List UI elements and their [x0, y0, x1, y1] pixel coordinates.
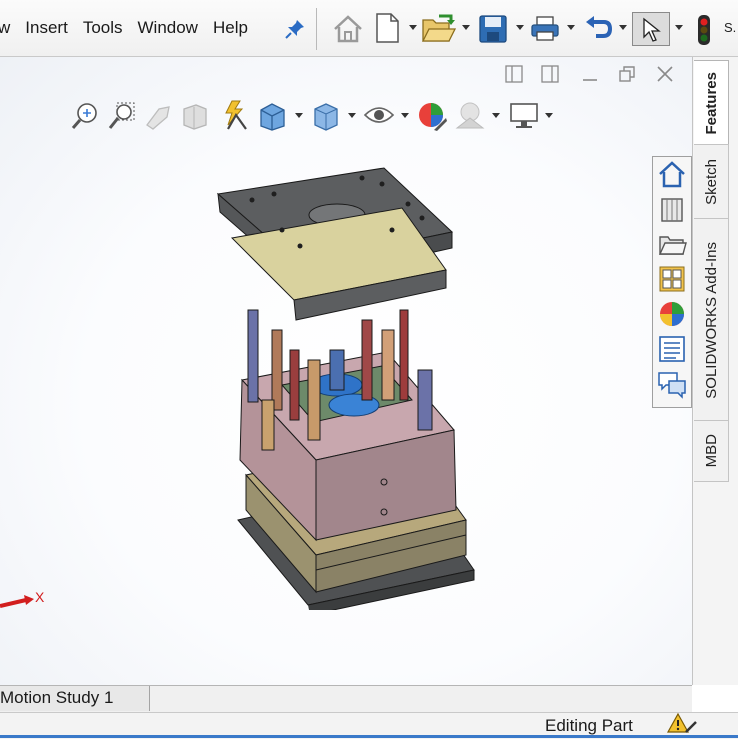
save-icon[interactable]: [478, 14, 508, 44]
print-dropdown-arrow[interactable]: [567, 25, 575, 30]
tab-features[interactable]: Features: [694, 60, 729, 146]
custom-properties-icon[interactable]: [657, 334, 687, 364]
menu-bar: w Insert Tools Window Help: [0, 0, 263, 56]
tab-mbd[interactable]: MBD: [694, 420, 729, 482]
select-button[interactable]: [632, 12, 670, 46]
menu-tools[interactable]: Tools: [83, 18, 123, 38]
user-label[interactable]: S.: [724, 20, 736, 35]
triad-x-axis: [0, 595, 34, 608]
print-icon[interactable]: [530, 16, 560, 42]
menu-view[interactable]: w: [0, 18, 10, 38]
menu-insert[interactable]: Insert: [25, 18, 68, 38]
tile-right-icon[interactable]: [540, 64, 560, 84]
hide-show-dropdown[interactable]: [401, 113, 409, 118]
rebuild-traffic-light-icon[interactable]: [696, 14, 712, 46]
menu-window[interactable]: Window: [138, 18, 198, 38]
select-pointer-icon: [643, 17, 661, 42]
apply-scene-dropdown[interactable]: [492, 113, 500, 118]
toolbar-separator: [316, 8, 317, 50]
undo-dropdown-arrow[interactable]: [619, 25, 627, 30]
apply-scene-icon[interactable]: [454, 100, 486, 132]
edit-appearance-icon[interactable]: [416, 100, 448, 132]
home-icon[interactable]: [332, 14, 364, 44]
close-icon[interactable]: [655, 64, 675, 84]
menu-help[interactable]: Help: [213, 18, 248, 38]
display-style-icon[interactable]: [311, 100, 341, 132]
tile-left-icon[interactable]: [504, 64, 524, 84]
restore-icon[interactable]: [617, 64, 637, 84]
top-bar: w Insert Tools Window Help S.: [0, 0, 738, 57]
view-settings-icon[interactable]: [508, 101, 540, 131]
solidworks-resources-home-icon[interactable]: [657, 159, 687, 189]
previous-view-icon[interactable]: [143, 101, 173, 131]
solidworks-forum-icon[interactable]: [657, 369, 687, 399]
open-dropdown-arrow[interactable]: [462, 25, 470, 30]
display-style-dropdown[interactable]: [348, 113, 356, 118]
section-view-icon[interactable]: [180, 101, 210, 131]
status-text: Editing Part: [545, 716, 633, 735]
file-explorer-folder-icon[interactable]: [657, 229, 687, 259]
motion-study-tab[interactable]: Motion Study 1: [0, 686, 150, 711]
view-settings-dropdown[interactable]: [545, 113, 553, 118]
tab-solidworks-addins[interactable]: SOLIDWORKS Add-Ins: [694, 218, 729, 422]
zoom-to-area-icon[interactable]: [107, 101, 137, 131]
minimize-icon[interactable]: [580, 64, 600, 84]
triad-x-label: X: [35, 589, 45, 605]
view-orientation-icon[interactable]: [258, 100, 288, 132]
dynamic-annotation-icon[interactable]: [218, 99, 252, 131]
zoom-to-fit-icon[interactable]: [70, 101, 100, 131]
hide-show-items-icon[interactable]: [363, 103, 395, 127]
appearances-scenes-icon[interactable]: [657, 299, 687, 329]
tab-sketch[interactable]: Sketch: [694, 144, 729, 220]
rebuild-warning-icon[interactable]: [666, 712, 698, 736]
undo-icon[interactable]: [584, 16, 612, 42]
new-document-icon[interactable]: [374, 12, 400, 44]
task-pane-icon-strip: [652, 156, 692, 408]
new-dropdown-arrow[interactable]: [409, 25, 417, 30]
design-library-icon[interactable]: [657, 194, 687, 224]
open-folder-icon[interactable]: [421, 14, 457, 44]
select-dropdown-arrow[interactable]: [675, 25, 683, 30]
mold-assembly-model[interactable]: [212, 160, 482, 610]
save-dropdown-arrow[interactable]: [516, 25, 524, 30]
view-orientation-dropdown[interactable]: [295, 113, 303, 118]
view-palette-icon[interactable]: [657, 264, 687, 294]
pin-icon[interactable]: [284, 18, 306, 40]
